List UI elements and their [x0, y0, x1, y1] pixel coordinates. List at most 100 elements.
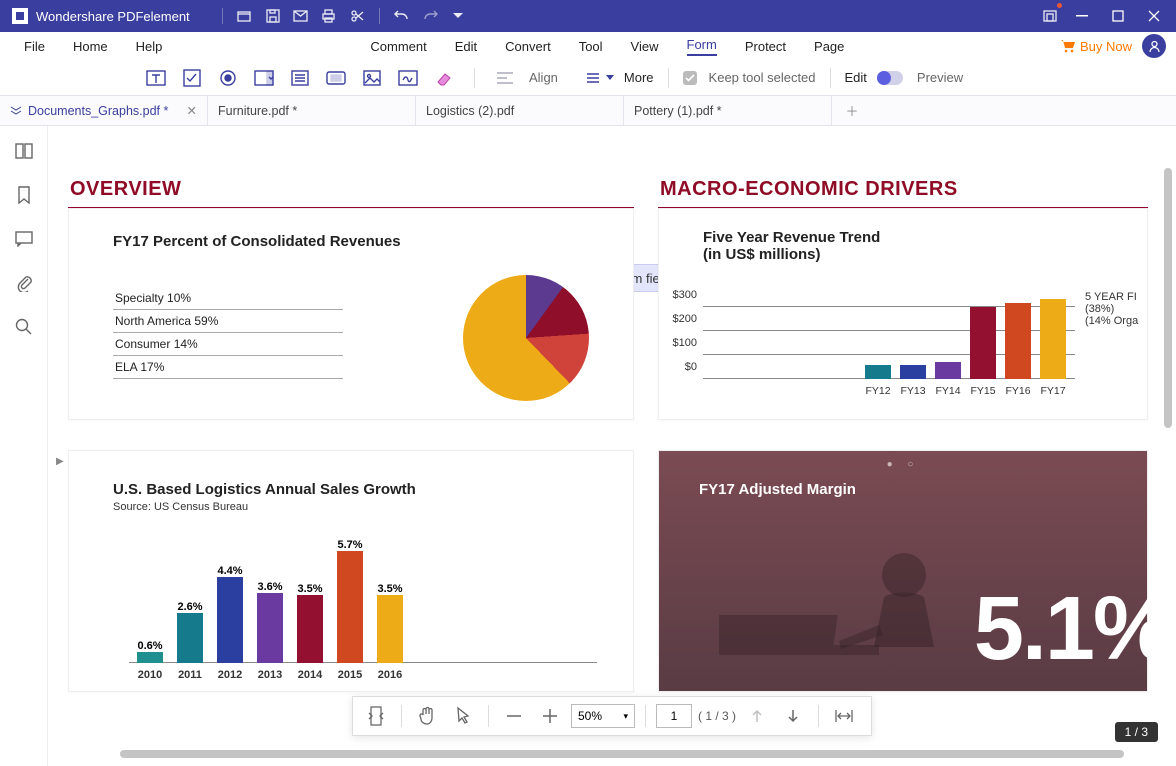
menu-form[interactable]: Form	[673, 33, 731, 60]
print-icon[interactable]	[315, 4, 343, 28]
page-total: ( 1 / 3 )	[698, 709, 736, 723]
attachment-icon[interactable]	[13, 272, 35, 294]
eraser-tool-icon[interactable]	[428, 64, 460, 92]
menu-page[interactable]: Page	[800, 35, 858, 58]
mail-icon[interactable]	[287, 4, 315, 28]
sidebar	[0, 126, 48, 766]
combo-tool-icon[interactable]	[248, 64, 280, 92]
preview-label: Preview	[917, 70, 963, 85]
document-tabs: Documents_Graphs.pdf * ✕ Furniture.pdf *…	[0, 96, 1176, 126]
margin-value: 5.1%	[974, 578, 1171, 681]
dropdown-icon[interactable]	[444, 4, 472, 28]
maximize-button[interactable]	[1100, 0, 1136, 32]
expand-sidebar-handle[interactable]: ▶	[56, 456, 64, 467]
more-tool-icon[interactable]	[584, 64, 616, 92]
form-toolbar: Align More Keep tool selected Edit Previ…	[0, 60, 1176, 96]
menu-file[interactable]: File	[10, 35, 59, 58]
hand-tool-icon[interactable]	[412, 701, 442, 731]
menubar: File Home Help Comment Edit Convert Tool…	[0, 32, 1176, 60]
doc-tab-2[interactable]: Furniture.pdf *	[208, 96, 416, 125]
logistics-title: U.S. Based Logistics Annual Sales Growth	[113, 481, 416, 498]
view-toolbar: 50%▾ ( 1 / 3 )	[352, 696, 872, 736]
menu-edit[interactable]: Edit	[441, 35, 491, 58]
menu-convert[interactable]: Convert	[491, 35, 565, 58]
align-label[interactable]: Align	[529, 70, 558, 85]
zoom-select[interactable]: 50%▾	[571, 704, 635, 728]
page-indicator: 1 / 3	[1115, 722, 1158, 742]
doc-tab-1[interactable]: Documents_Graphs.pdf * ✕	[0, 96, 208, 125]
thumbnails-icon[interactable]	[13, 140, 35, 162]
undo-icon[interactable]	[388, 4, 416, 28]
doc-tab-4[interactable]: Pottery (1).pdf *	[624, 96, 832, 125]
redo-icon[interactable]	[416, 4, 444, 28]
pie-chart	[463, 275, 589, 401]
document-canvas: This document contains interactive form …	[48, 126, 1176, 766]
text-field-tool-icon[interactable]	[140, 64, 172, 92]
close-tab-icon[interactable]: ✕	[187, 103, 197, 118]
menu-comment[interactable]: Comment	[356, 35, 440, 58]
fit-width-icon[interactable]	[829, 701, 859, 731]
carousel-dots[interactable]: ● ○	[659, 459, 1147, 470]
radio-tool-icon[interactable]	[212, 64, 244, 92]
prev-page-icon[interactable]	[742, 701, 772, 731]
comment-icon[interactable]	[13, 228, 35, 250]
logistics-bar-chart: 0.6% 2.6% 4.4% 3.6% 3.5% 5.7% 3.5%	[137, 529, 591, 663]
macro-side-text: 5 YEAR FI(38%)(14% Orga	[1085, 291, 1143, 327]
bar-fy12	[865, 365, 891, 379]
legend-item: Consumer 14%	[113, 333, 343, 356]
bar-fy14	[935, 362, 961, 379]
button-tool-icon[interactable]	[320, 64, 352, 92]
list-tool-icon[interactable]	[284, 64, 316, 92]
notification-icon[interactable]	[1036, 4, 1064, 28]
legend-item: Specialty 10%	[113, 287, 343, 310]
menu-help[interactable]: Help	[122, 35, 177, 58]
zoom-in-icon[interactable]	[535, 701, 565, 731]
bar-fy15	[970, 307, 996, 379]
select-tool-icon[interactable]	[448, 701, 478, 731]
open-icon[interactable]	[231, 4, 259, 28]
save-icon[interactable]	[259, 4, 287, 28]
legend-item: North America 59%	[113, 310, 343, 333]
buy-now-button[interactable]: Buy Now	[1060, 39, 1132, 54]
edit-preview-toggle[interactable]	[877, 71, 903, 85]
overview-subtitle: FY17 Percent of Consolidated Revenues	[113, 233, 401, 250]
vertical-scrollbar[interactable]	[1164, 168, 1172, 428]
keep-tool-checkbox[interactable]	[683, 71, 697, 85]
menu-protect[interactable]: Protect	[731, 35, 800, 58]
bar-fy13	[900, 365, 926, 379]
menu-home[interactable]: Home	[59, 35, 122, 58]
checkbox-tool-icon[interactable]	[176, 64, 208, 92]
bar-fy16	[1005, 303, 1031, 379]
minimize-button[interactable]	[1064, 0, 1100, 32]
zoom-out-icon[interactable]	[499, 701, 529, 731]
section-overview: OVERVIEW	[68, 174, 634, 211]
margin-card: ● ○ FY17 Adjusted Margin 5.1%	[658, 450, 1148, 692]
doc-tab-3[interactable]: Logistics (2).pdf	[416, 96, 624, 125]
signature-tool-icon[interactable]	[392, 64, 424, 92]
legend-item: ELA 17%	[113, 356, 343, 379]
add-tab-button[interactable]: ＋	[832, 96, 872, 125]
scissors-icon[interactable]	[343, 4, 371, 28]
macro-heading: MACRO-ECONOMIC DRIVERS	[660, 178, 1148, 201]
margin-title: FY17 Adjusted Margin	[699, 481, 856, 498]
align-tool-icon[interactable]	[489, 64, 521, 92]
keep-tool-label: Keep tool selected	[709, 70, 816, 85]
page-input[interactable]	[656, 704, 692, 728]
bookmark-icon[interactable]	[13, 184, 35, 206]
menu-view[interactable]: View	[617, 35, 673, 58]
close-button[interactable]	[1136, 0, 1172, 32]
more-label[interactable]: More	[624, 70, 654, 85]
logistics-card: U.S. Based Logistics Annual Sales Growth…	[68, 450, 634, 692]
image-tool-icon[interactable]	[356, 64, 388, 92]
photo-illustration	[719, 535, 979, 685]
search-icon[interactable]	[13, 316, 35, 338]
horizontal-scrollbar[interactable]	[120, 750, 1124, 758]
next-page-icon[interactable]	[778, 701, 808, 731]
user-avatar[interactable]	[1142, 34, 1166, 58]
titlebar: Wondershare PDFelement	[0, 0, 1176, 32]
fit-page-icon[interactable]	[361, 701, 391, 731]
pie-legend: Specialty 10% North America 59% Consumer…	[113, 287, 343, 379]
menu-tool[interactable]: Tool	[565, 35, 617, 58]
macro-subtitle2: (in US$ millions)	[703, 246, 880, 263]
app-logo	[12, 8, 28, 24]
